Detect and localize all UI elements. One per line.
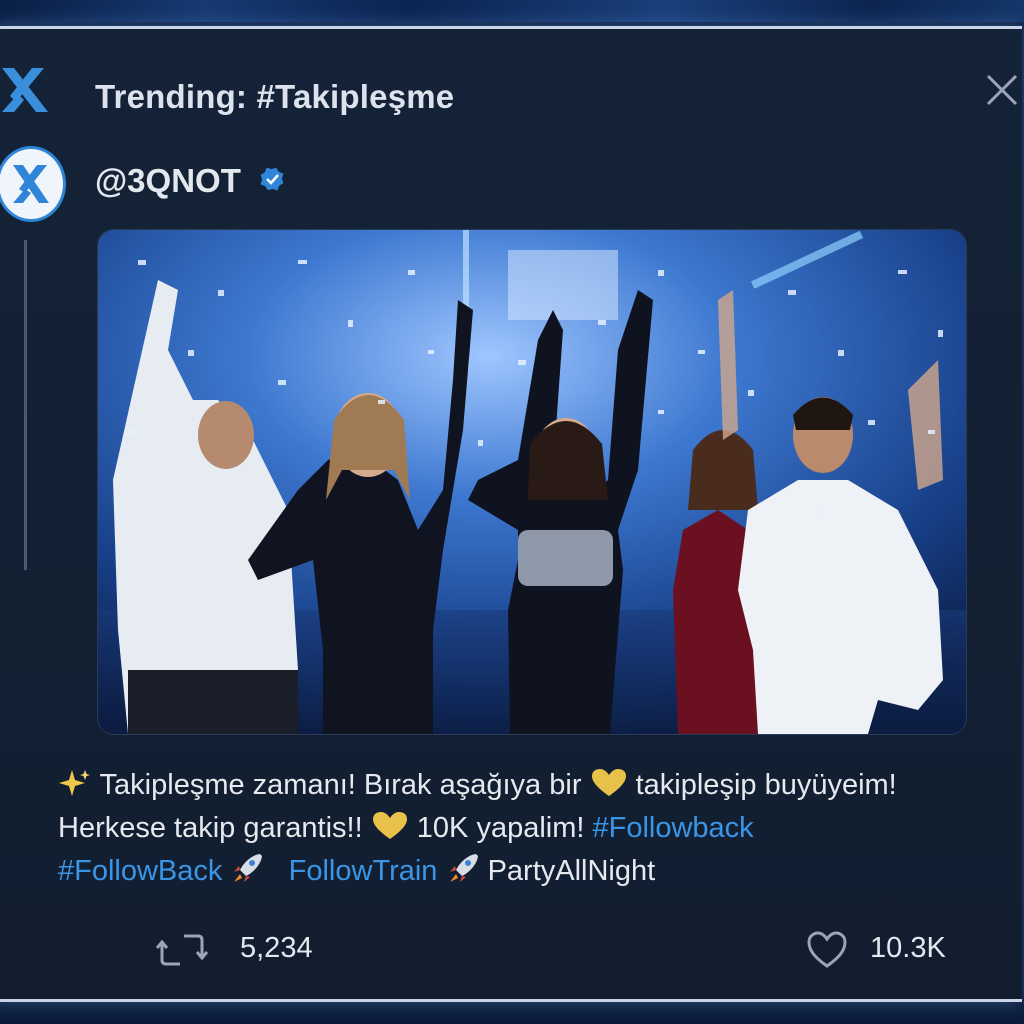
yellow-heart-icon	[591, 769, 626, 796]
party-photo	[98, 230, 966, 734]
user-handle[interactable]: @3QNOT	[95, 162, 241, 200]
post-text-segment: Takipleşme zamanı! Bırak aşağıya bir	[99, 769, 582, 801]
post-text: Takipleşme zamanı! Bırak aşağıya bir tak…	[58, 764, 988, 893]
rocket-icon	[449, 854, 478, 882]
rocket-icon	[234, 854, 263, 882]
post-text-line-3: #FollowBack FollowTrain PartyAllNight	[58, 850, 988, 893]
hashtag-link[interactable]: #Followback	[593, 812, 754, 844]
trending-title: Trending: #Takipleşme	[95, 78, 455, 115]
hashtag-link[interactable]: #FollowBack	[58, 855, 222, 887]
thread-line	[24, 240, 27, 570]
post-text-segment: takipleşip buyüyeim!	[635, 769, 897, 801]
post-text-segment: 10K yapalim!	[416, 812, 585, 844]
hashtag-link[interactable]: FollowTrain	[289, 855, 438, 887]
post-image[interactable]	[98, 230, 966, 734]
decorative-top-strip	[0, 0, 1024, 22]
avatar-x-logo-icon	[13, 165, 49, 203]
post-text-line-2: Herkese takip garantis!! 10K yapalim! #F…	[58, 807, 988, 850]
verified-badge-icon	[260, 167, 284, 191]
sparkles-icon	[59, 770, 90, 796]
heart-icon[interactable]	[806, 930, 848, 970]
retweet-count: 5,234	[240, 932, 313, 964]
post-text-segment: PartyAllNight	[487, 855, 656, 887]
close-icon[interactable]	[980, 68, 1024, 112]
post-text-line-1: Takipleşme zamanı! Bırak aşağıya bir tak…	[58, 764, 988, 807]
retweet-icon[interactable]	[156, 930, 208, 970]
yellow-heart-icon	[372, 812, 407, 839]
post-text-segment: Herkese takip garantis!!	[58, 812, 363, 844]
post-actions: 5,234 10.3K	[0, 924, 1024, 974]
x-logo-icon[interactable]	[0, 62, 50, 118]
like-count: 10.3K	[870, 932, 946, 964]
